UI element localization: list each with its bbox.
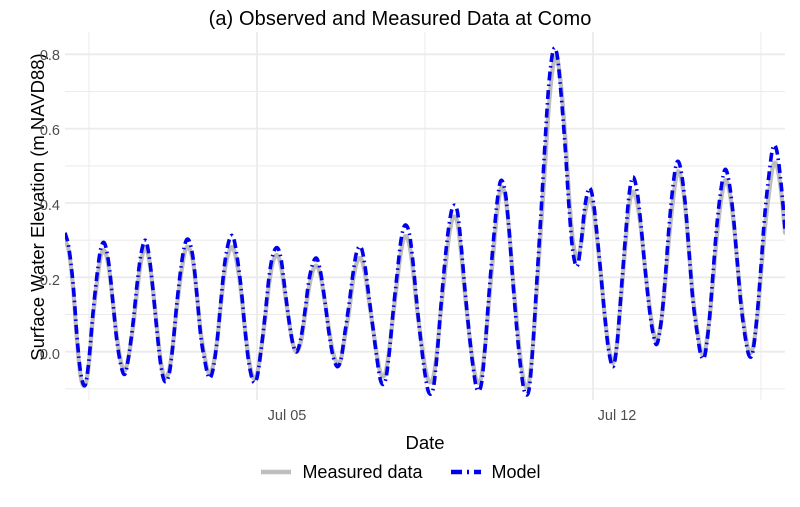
x-axis-title: Date [405, 432, 445, 453]
legend-item-measured-data[interactable]: Measured data [259, 462, 423, 482]
y-tick-label: 0.6 [39, 123, 60, 139]
legend-label: Model [491, 462, 541, 482]
x-tick-label: Jul 12 [597, 408, 637, 424]
chart-figure: (a) Observed and Measured Data at Como S… [0, 0, 800, 507]
y-tick-label: 0.0 [39, 347, 60, 363]
legend-item-model[interactable]: Model [449, 463, 541, 481]
y-tick-label: 0.2 [39, 273, 60, 289]
plot-area [65, 32, 785, 400]
legend-label: Measured data [302, 462, 423, 482]
chart-legend: Measured data Model [0, 463, 800, 481]
y-tick-label: 0.4 [39, 198, 60, 214]
y-tick-label: 0.8 [39, 48, 60, 64]
plot-panel [65, 32, 785, 400]
legend-key-dashdot-line-icon [450, 469, 481, 475]
chart-title: (a) Observed and Measured Data at Como [208, 8, 592, 30]
x-tick-label: Jul 05 [267, 408, 307, 424]
y-axis-tick-labels: 0.0 0.2 0.4 0.6 0.8 [16, 0, 60, 507]
legend-key-solid-line-icon [261, 469, 292, 475]
